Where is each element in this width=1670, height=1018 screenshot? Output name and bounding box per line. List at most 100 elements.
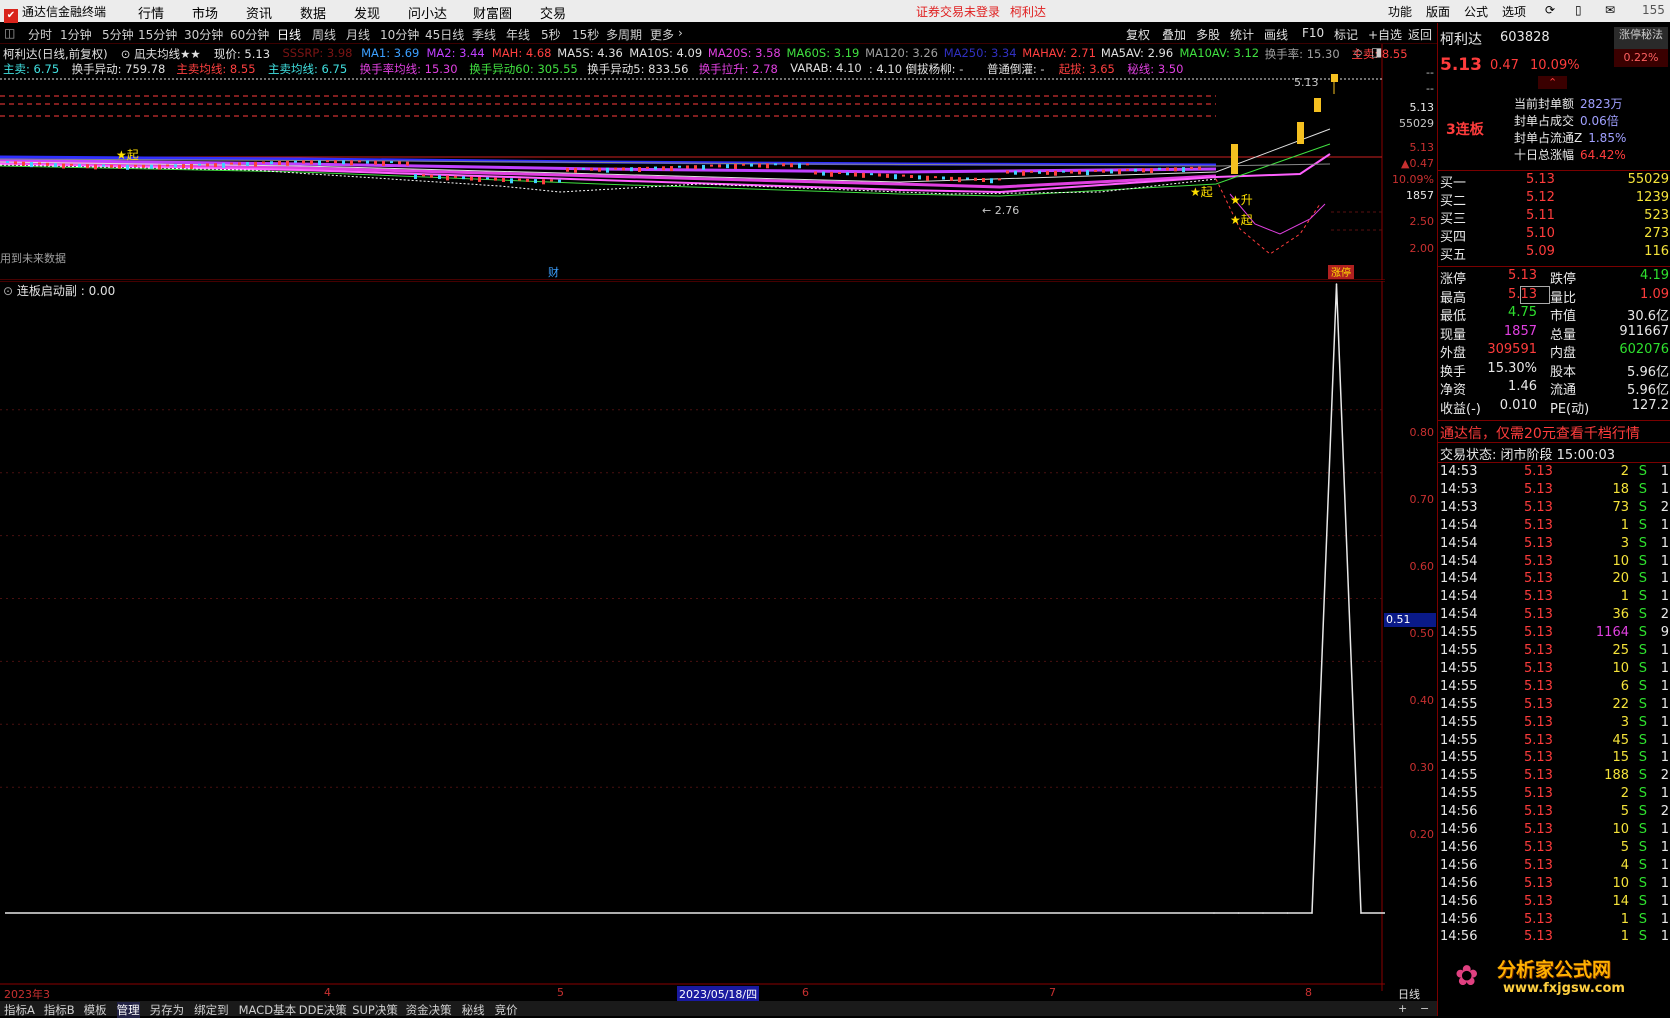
period-30min[interactable]: 30分钟 <box>184 26 223 43</box>
mail-icon[interactable]: ✉ <box>1605 3 1615 17</box>
menu-zixun[interactable]: 资讯 <box>246 3 272 22</box>
btn-f10[interactable]: F10 <box>1302 26 1324 40</box>
chevron-right-icon[interactable]: › <box>678 26 683 40</box>
bid-row[interactable]: 买二5.121239 <box>1440 190 1669 208</box>
candle <box>62 163 65 168</box>
candle <box>774 163 777 165</box>
candle <box>694 165 697 169</box>
toggle-panel-icon[interactable]: ◫ <box>4 26 15 40</box>
tick-row: 14:565.1310S1 <box>1440 822 1669 839</box>
menu-shichang[interactable]: 市场 <box>192 3 218 22</box>
period-multi[interactable]: 多周期 <box>606 26 642 43</box>
tick-row: 14:565.135S2 <box>1440 804 1669 821</box>
tick-row: 14:565.1310S1 <box>1440 876 1669 893</box>
period-10min[interactable]: 10分钟 <box>380 26 419 43</box>
candle <box>230 163 233 165</box>
axis-label: 0.30 <box>1410 761 1435 774</box>
candle <box>278 161 281 165</box>
menu-hangqing[interactable]: 行情 <box>138 3 164 22</box>
stat-label: PE(动) <box>1550 398 1589 417</box>
candle <box>1014 171 1017 175</box>
period-daily[interactable]: 日线 <box>277 26 301 43</box>
kline-chart[interactable]: ★起 ★起 ★升 ★起 ← 2.76 5.13 用到未来数据 财 涨停 <box>0 44 1385 280</box>
tick-side: S <box>1639 500 1647 515</box>
btn-add-watchlist[interactable]: +自选 <box>1368 26 1402 43</box>
candle <box>1158 168 1161 170</box>
candle <box>918 175 921 179</box>
period-60min[interactable]: 60分钟 <box>230 26 269 43</box>
btn-diejia[interactable]: 叠加 <box>1162 26 1186 43</box>
zoom-out-icon[interactable]: − <box>1420 1002 1429 1015</box>
candle <box>598 168 601 172</box>
candle <box>854 173 857 177</box>
period-label: 日线 <box>1398 986 1420 1002</box>
candle <box>350 160 353 165</box>
candle <box>750 164 753 167</box>
candle <box>974 178 977 181</box>
period-weekly[interactable]: 周线 <box>312 26 336 43</box>
period-toolbar: ◫ 分时 1分钟 5分钟 15分钟 30分钟 60分钟 日线 周线 月线 10分… <box>0 23 1670 44</box>
candle <box>702 165 705 170</box>
finance-marker[interactable]: 财 <box>548 265 559 279</box>
cursor-date-label: 2023/05/18/四 <box>677 986 759 1002</box>
period-fenshi[interactable]: 分时 <box>28 26 52 43</box>
menu-shuju[interactable]: 数据 <box>300 3 326 22</box>
btn-back[interactable]: 返回 <box>1408 26 1432 43</box>
candle <box>286 161 289 166</box>
period-1min[interactable]: 1分钟 <box>60 26 92 43</box>
expand-up-icon[interactable]: ⌃ <box>1538 76 1567 89</box>
tick-count: 1 <box>1661 589 1669 604</box>
candle <box>318 160 321 165</box>
menu-faxian[interactable]: 发现 <box>354 3 380 22</box>
menu-banmian[interactable]: 版面 <box>1426 3 1450 20</box>
menu-jiaoyi[interactable]: 交易 <box>540 3 566 22</box>
btn-duogu[interactable]: 多股 <box>1196 26 1220 43</box>
tick-side: S <box>1639 482 1647 497</box>
phone-icon[interactable]: ▯ <box>1575 3 1582 17</box>
period-45day[interactable]: 45日线 <box>425 26 464 43</box>
menu-gongneng[interactable]: 功能 <box>1388 3 1412 20</box>
menu-wenxiaoda[interactable]: 问小达 <box>408 3 447 22</box>
menu-gongshi[interactable]: 公式 <box>1464 3 1488 20</box>
tick-side: S <box>1639 912 1647 927</box>
tick-row: 14:535.1318S1 <box>1440 482 1669 499</box>
axis-label: 2.00 <box>1410 242 1435 255</box>
period-quarter[interactable]: 季线 <box>472 26 496 43</box>
bid-row[interactable]: 买四5.10273 <box>1440 226 1669 244</box>
clock-fragment: 155 <box>1642 3 1665 17</box>
stat-label: 最低 <box>1440 305 1466 324</box>
stat-value: 911667 <box>1619 324 1669 339</box>
bid-row[interactable]: 买一5.1355029 <box>1440 172 1669 190</box>
tick-list[interactable]: 14:535.132S114:535.1318S114:535.1373S214… <box>1438 464 1670 1016</box>
login-warning[interactable]: 证券交易未登录 <box>916 3 1000 20</box>
refresh-icon[interactable]: ⟳ <box>1545 3 1555 17</box>
period-5sec[interactable]: 5秒 <box>541 26 561 43</box>
period-5min[interactable]: 5分钟 <box>102 26 134 43</box>
btn-biaoji[interactable]: 标记 <box>1334 26 1358 43</box>
candle <box>462 176 465 179</box>
btn-fuquan[interactable]: 复权 <box>1126 26 1150 43</box>
candle <box>1054 171 1057 176</box>
btn-huaxian[interactable]: 画线 <box>1264 26 1288 43</box>
price-change: 0.47 <box>1490 58 1519 73</box>
menu-caifuquan[interactable]: 财富圈 <box>473 3 512 22</box>
tick-count: 1 <box>1661 518 1669 533</box>
period-15min[interactable]: 15分钟 <box>138 26 177 43</box>
menu-xuanxiang[interactable]: 选项 <box>1502 3 1526 20</box>
bid-row[interactable]: 买三5.11523 <box>1440 208 1669 226</box>
tick-time: 14:55 <box>1440 715 1477 730</box>
candle <box>190 164 193 169</box>
period-year[interactable]: 年线 <box>506 26 530 43</box>
btn-tongji[interactable]: 统计 <box>1230 26 1254 43</box>
candle <box>374 161 377 165</box>
qianduan-ad[interactable]: 通达信，仅需20元查看千档行情 <box>1440 423 1640 443</box>
period-15sec[interactable]: 15秒 <box>572 26 599 43</box>
lianban-chart[interactable] <box>0 281 1385 991</box>
period-monthly[interactable]: 月线 <box>346 26 370 43</box>
candle <box>1102 170 1105 173</box>
stat-row: 收益(-)0.010PE(动)127.2 <box>1440 398 1669 416</box>
zoom-in-icon[interactable]: + <box>1398 1002 1407 1015</box>
bid-row[interactable]: 买五5.09116 <box>1440 244 1669 262</box>
period-more[interactable]: 更多 <box>650 26 674 43</box>
tick-volume: 6 <box>1621 679 1629 694</box>
